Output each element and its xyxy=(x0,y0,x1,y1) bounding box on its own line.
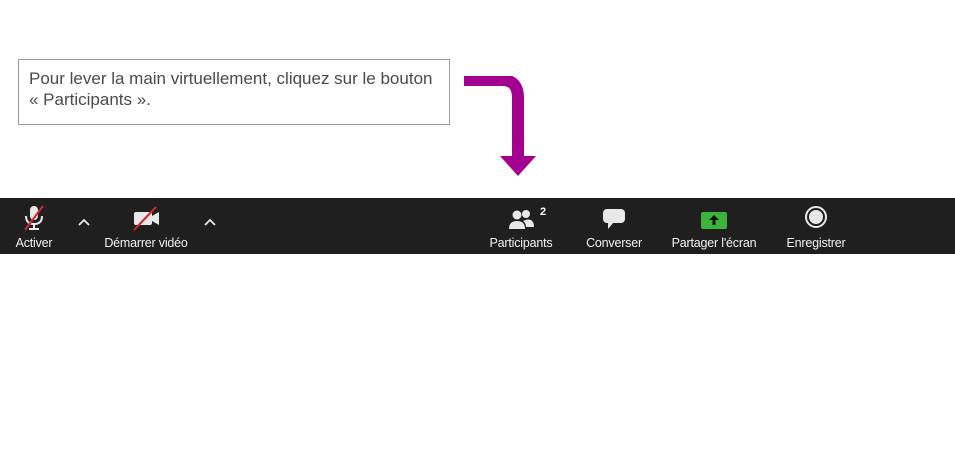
camera-off-icon xyxy=(133,206,159,231)
share-screen-icon xyxy=(701,212,727,229)
start-video-button[interactable]: Démarrer vidéo xyxy=(98,198,194,254)
instruction-callout: Pour lever la main virtuellement, clique… xyxy=(18,59,450,125)
page: Pour lever la main virtuellement, clique… xyxy=(0,0,955,449)
share-screen-button[interactable]: Partager l'écran xyxy=(664,198,764,254)
callout-text: Pour lever la main virtuellement, clique… xyxy=(29,69,433,109)
chat-button[interactable]: Converser xyxy=(578,198,650,254)
participants-button[interactable]: Participants xyxy=(482,198,560,254)
meeting-toolbar: Activer Démarrer vidéo Participants Conv… xyxy=(0,198,955,254)
video-options-caret-icon[interactable] xyxy=(200,214,220,230)
record-icon xyxy=(805,206,827,228)
curved-arrow-icon xyxy=(464,76,536,176)
share-screen-label: Partager l'écran xyxy=(671,236,757,250)
record-button[interactable]: Enregistrer xyxy=(780,198,852,254)
record-label: Enregistrer xyxy=(786,236,846,250)
participants-count-badge: 2 xyxy=(540,206,547,218)
start-video-label: Démarrer vidéo xyxy=(104,236,188,250)
microphone-muted-icon xyxy=(24,205,44,231)
people-icon xyxy=(509,210,534,229)
audio-options-caret-icon[interactable] xyxy=(74,214,94,230)
participants-label: Participants xyxy=(489,236,553,250)
unmute-button[interactable]: Activer xyxy=(2,198,66,254)
unmute-label: Activer xyxy=(15,236,53,250)
chat-bubble-icon xyxy=(603,209,625,229)
chat-label: Converser xyxy=(586,236,642,250)
